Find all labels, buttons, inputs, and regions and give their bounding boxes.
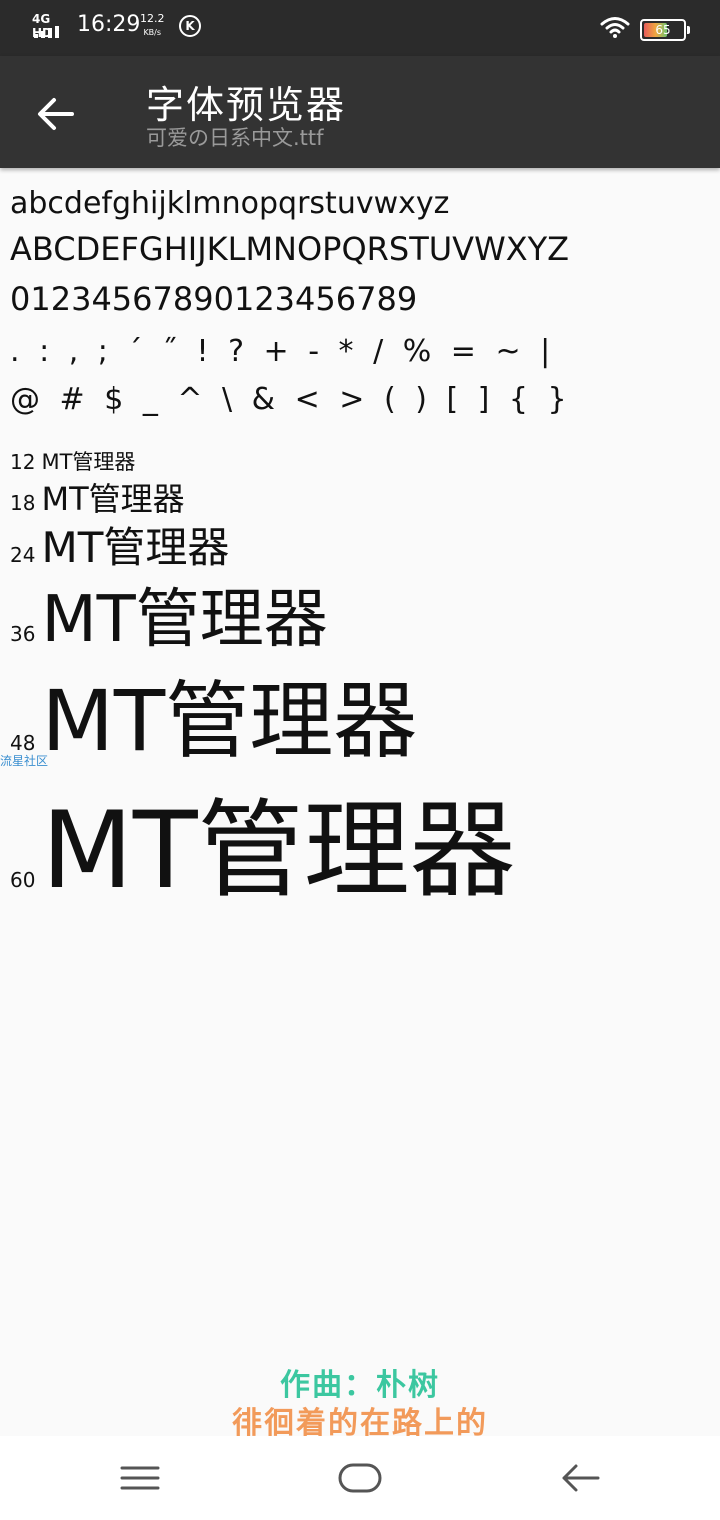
home-icon (338, 1463, 382, 1493)
battery-level: 65 (655, 23, 671, 37)
font-file-name: 可爱の日系中文.ttf (146, 126, 324, 150)
signal-icon: 4G HD (30, 12, 68, 40)
battery-icon: 65 (640, 19, 690, 41)
size-sample-36: 36MT管理器 (10, 568, 328, 660)
size-label: 24 (10, 543, 36, 567)
back-button[interactable] (22, 92, 90, 136)
clock: 16:29 (77, 12, 141, 37)
status-bar: 4G HD 16:29 12.2 KB/s K 65 (0, 0, 720, 56)
sample-text: MT管理器 (41, 789, 516, 912)
watermark: 流星社区 (0, 754, 49, 768)
size-label: 18 (10, 491, 36, 515)
navigation-bar (0, 1436, 720, 1520)
speed-unit: KB/s (143, 28, 162, 37)
sample-text: MT管理器 (41, 523, 230, 572)
size-sample-48: 48MT管理器 (10, 654, 417, 775)
wifi-icon (600, 16, 630, 42)
size-label: 60 (10, 868, 36, 892)
size-sample-60: 60MT管理器 (10, 764, 516, 918)
sample-text: MT管理器 (41, 672, 418, 770)
size-label: 36 (10, 622, 36, 646)
nav-back-button[interactable] (550, 1454, 610, 1502)
menu-button[interactable] (110, 1454, 170, 1502)
menu-icon (120, 1466, 160, 1490)
size-label: 12 (10, 450, 36, 474)
size-sample-12: 12 MT管理器 (10, 446, 135, 476)
preview-uppercase: ABCDEFGHIJKLMNOPQRSTUVWXYZ (10, 230, 570, 268)
preview-digits: 01234567890123456789 (10, 280, 418, 318)
back-icon (562, 1464, 600, 1492)
home-button[interactable] (330, 1454, 390, 1502)
network-speed: 12.2 KB/s (140, 12, 165, 40)
preview-symbols-1: . : , ; ´ ˝ ! ? + - * / % = ~ | (10, 334, 556, 369)
sample-text: MT管理器 (41, 583, 328, 657)
preview-lowercase: abcdefghijklmnopqrstuvwxyz (10, 186, 450, 221)
k-icon: K (179, 15, 201, 37)
arrow-left-icon (38, 98, 74, 130)
app-bar: 字体预览器 可爱の日系中文.ttf (0, 56, 720, 168)
size-sample-24: 24 MT管理器 (10, 514, 229, 575)
sample-text: MT管理器 (41, 450, 136, 474)
page-title: 字体预览器 (146, 83, 347, 127)
speed-value: 12.2 (140, 12, 165, 25)
preview-symbols-2: @ # $ _ ^ \ & < > ( ) [ ] { } (10, 382, 572, 417)
